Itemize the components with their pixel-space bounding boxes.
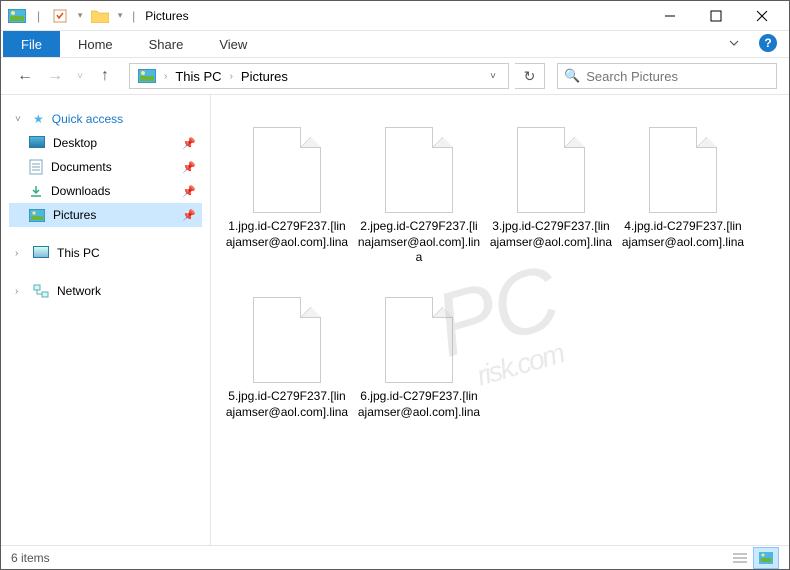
file-item[interactable]: 5.jpg.id-C279F237.[linajamser@aol.com].l… [221, 285, 353, 455]
item-count: 6 items [11, 551, 50, 565]
breadcrumb-pictures[interactable]: Pictures [237, 64, 292, 88]
sidebar-item-downloads[interactable]: Downloads 📌 [9, 179, 202, 203]
properties-button[interactable] [48, 4, 72, 28]
file-name: 4.jpg.id-C279F237.[linajamser@aol.com].l… [621, 219, 745, 250]
qat-separator: | [37, 9, 40, 23]
title-separator: | [132, 9, 135, 23]
file-name: 2.jpeg.id-C279F237.[linajamser@aol.com].… [357, 219, 481, 266]
quick-access-toolbar: | ▾ ▾ [5, 4, 126, 28]
ribbon-expand-button[interactable] [719, 31, 749, 55]
pin-icon: 📌 [182, 185, 196, 198]
this-pc-icon [33, 246, 49, 261]
file-item[interactable]: 1.jpg.id-C279F237.[linajamser@aol.com].l… [221, 115, 353, 285]
tab-share[interactable]: Share [131, 31, 202, 57]
qat-dropdown-2[interactable]: ▾ [114, 4, 126, 28]
sidebar-item-documents[interactable]: Documents 📌 [9, 155, 202, 179]
pin-icon: 📌 [182, 161, 196, 174]
desktop-icon [29, 136, 45, 151]
navigation-pane: ˅ ★ Quick access Desktop 📌 Documents 📌 [1, 95, 211, 545]
sidebar-item-desktop[interactable]: Desktop 📌 [9, 131, 202, 155]
details-view-button[interactable] [727, 547, 753, 569]
downloads-icon [29, 184, 43, 198]
documents-icon [29, 159, 43, 175]
help-icon: ? [759, 34, 777, 52]
pin-icon: 📌 [182, 209, 196, 222]
search-box[interactable]: 🔍 [557, 63, 777, 89]
folder-icon [88, 4, 112, 28]
refresh-button[interactable]: ↻ [515, 63, 545, 89]
breadcrumb-this-pc[interactable]: This PC [171, 64, 225, 88]
sidebar-item-label: Pictures [53, 208, 174, 222]
tab-view[interactable]: View [201, 31, 265, 57]
sidebar-quick-access[interactable]: ˅ ★ Quick access [9, 107, 202, 131]
file-name: 3.jpg.id-C279F237.[linajamser@aol.com].l… [489, 219, 613, 250]
up-button[interactable]: ↑ [93, 64, 117, 88]
forward-button[interactable]: → [43, 64, 67, 88]
watermark-subtext: risk.com [473, 337, 567, 392]
thumbnails-view-button[interactable] [753, 547, 779, 569]
file-item[interactable]: 4.jpg.id-C279F237.[linajamser@aol.com].l… [617, 115, 749, 285]
app-icon [5, 4, 29, 28]
address-bar[interactable]: › This PC › Pictures ˅ [129, 63, 509, 89]
help-button[interactable]: ? [753, 31, 783, 55]
chevron-right-icon[interactable]: › [15, 248, 25, 259]
pictures-icon [29, 209, 45, 222]
sidebar-item-label: Downloads [51, 184, 174, 198]
tab-file[interactable]: File [3, 31, 60, 57]
qat-dropdown[interactable]: ▾ [74, 4, 86, 28]
content-area: ˅ ★ Quick access Desktop 📌 Documents 📌 [1, 95, 789, 545]
view-toggles [727, 547, 779, 569]
navigation-bar: ← → ˅ ↑ › This PC › Pictures ˅ ↻ 🔍 [1, 57, 789, 95]
file-name: 1.jpg.id-C279F237.[linajamser@aol.com].l… [225, 219, 349, 250]
pin-icon: 📌 [182, 137, 196, 150]
sidebar-item-label: Network [57, 284, 196, 298]
file-icon [385, 297, 453, 383]
sidebar-item-label: This PC [57, 246, 196, 260]
chevron-right-icon[interactable]: › [160, 71, 171, 82]
file-icon [253, 127, 321, 213]
address-dropdown[interactable]: ˅ [482, 71, 504, 82]
file-icon [253, 297, 321, 383]
window-controls [647, 1, 785, 31]
address-icon[interactable] [134, 64, 160, 88]
sidebar-item-label: Quick access [52, 112, 196, 126]
back-button[interactable]: ← [13, 64, 37, 88]
recent-locations-dropdown[interactable]: ˅ [73, 64, 87, 88]
chevron-right-icon[interactable]: › [226, 71, 237, 82]
file-name: 6.jpg.id-C279F237.[linajamser@aol.com].l… [357, 389, 481, 420]
file-item[interactable]: 6.jpg.id-C279F237.[linajamser@aol.com].l… [353, 285, 485, 455]
maximize-button[interactable] [693, 1, 739, 31]
sidebar-this-pc[interactable]: › This PC [9, 241, 202, 265]
minimize-button[interactable] [647, 1, 693, 31]
star-icon: ★ [33, 112, 44, 126]
sidebar-item-pictures[interactable]: Pictures 📌 [9, 203, 202, 227]
sidebar-network[interactable]: › Network [9, 279, 202, 303]
ribbon-tabs: File Home Share View ? [1, 31, 789, 57]
file-icon [385, 127, 453, 213]
tab-home[interactable]: Home [60, 31, 131, 57]
status-bar: 6 items [1, 545, 789, 569]
close-button[interactable] [739, 1, 785, 31]
sidebar-item-label: Documents [51, 160, 174, 174]
file-item[interactable]: 2.jpeg.id-C279F237.[linajamser@aol.com].… [353, 115, 485, 285]
file-view[interactable]: PC risk.com 1.jpg.id-C279F237.[linajamse… [211, 95, 789, 545]
file-icon [517, 127, 585, 213]
window-title: Pictures [145, 9, 188, 23]
network-icon [33, 284, 49, 298]
file-icon [649, 127, 717, 213]
title-bar: | ▾ ▾ | Pictures [1, 1, 789, 31]
search-input[interactable] [586, 69, 770, 84]
sidebar-item-label: Desktop [53, 136, 174, 150]
search-icon: 🔍 [564, 68, 580, 84]
chevron-right-icon[interactable]: › [15, 286, 25, 297]
file-name: 5.jpg.id-C279F237.[linajamser@aol.com].l… [225, 389, 349, 420]
chevron-down-icon[interactable]: ˅ [15, 114, 25, 125]
file-item[interactable]: 3.jpg.id-C279F237.[linajamser@aol.com].l… [485, 115, 617, 285]
